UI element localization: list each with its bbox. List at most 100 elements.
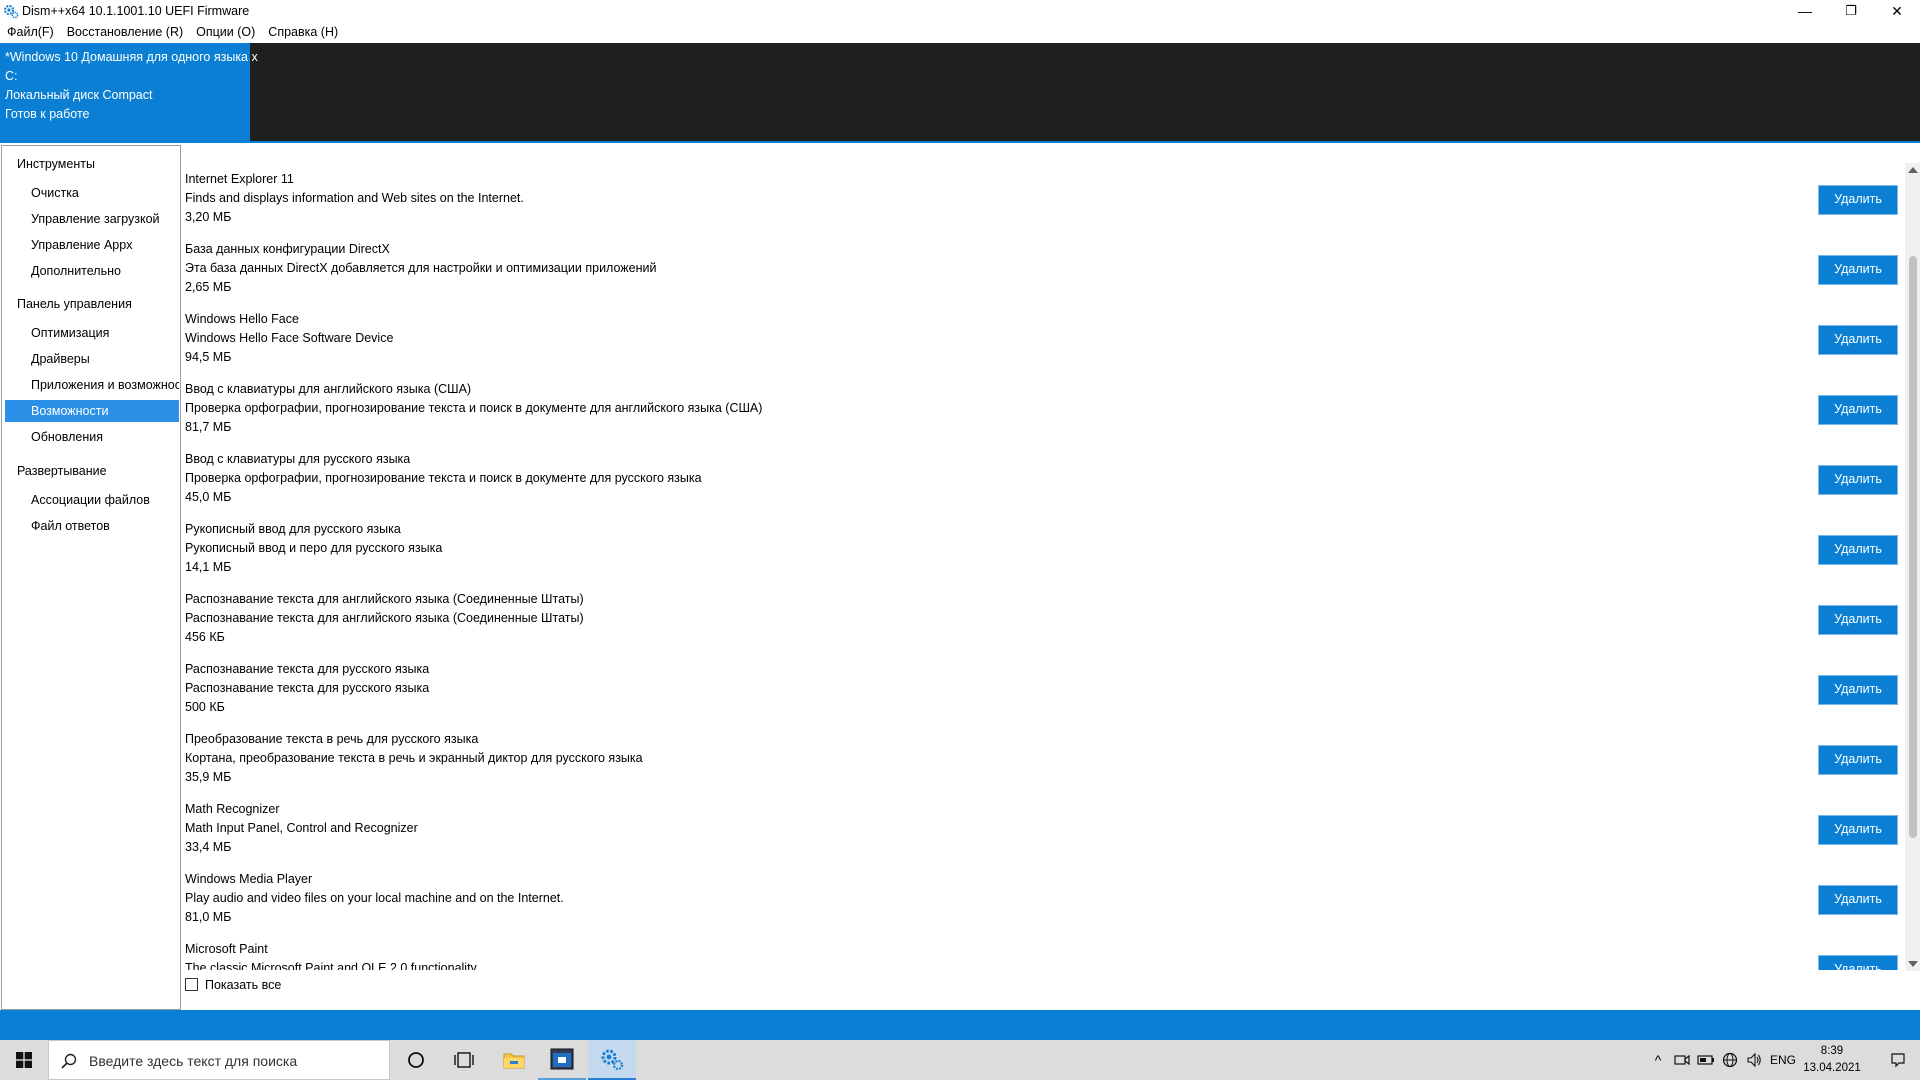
- sidebar-item-appx[interactable]: Управление Appx: [5, 234, 179, 256]
- delete-button[interactable]: Удалить: [1818, 675, 1898, 705]
- cortana-button[interactable]: [392, 1040, 440, 1080]
- menu-options[interactable]: Опции (O): [189, 22, 261, 39]
- search-icon: [61, 1053, 77, 1069]
- maximize-button[interactable]: ❐: [1828, 0, 1874, 22]
- menu-bar: Файл(F) Восстановление (R) Опции (O) Справк…: [0, 22, 1920, 43]
- list-item: Windows Hello Face Windows Hello Face So…: [182, 303, 1902, 373]
- delete-button[interactable]: Удалить: [1818, 185, 1898, 215]
- sidebar-item-updates[interactable]: Обновления: [5, 426, 179, 448]
- sidebar-item-answer-file[interactable]: Файл ответов: [5, 515, 179, 537]
- file-explorer-icon: [503, 1053, 525, 1069]
- gear-icon: [3, 4, 19, 19]
- sidebar-item-advanced[interactable]: Дополнительно: [5, 260, 179, 282]
- header-divider: [0, 141, 1920, 143]
- taskbar-dism-window[interactable]: [538, 1040, 586, 1080]
- session-disk: Локальный диск Compact: [5, 88, 153, 102]
- task-view-icon: [454, 1052, 474, 1068]
- tray-network[interactable]: [1718, 1040, 1742, 1080]
- session-image-name: *Windows 10 Домашняя для одного языка x: [5, 50, 258, 64]
- taskbar-clock[interactable]: 8:39 13.04.2021: [1802, 1043, 1862, 1077]
- delete-button[interactable]: Удалить: [1818, 955, 1898, 970]
- show-all-label: Показать все: [205, 978, 282, 992]
- feature-size: 500 КБ: [185, 700, 225, 714]
- menu-file[interactable]: Файл(F): [0, 22, 60, 39]
- sidebar-item-features[interactable]: Возможности: [5, 400, 179, 422]
- list-item: Распознавание текста для русского языка …: [182, 653, 1902, 723]
- close-button[interactable]: ✕: [1874, 0, 1920, 22]
- feature-size: 33,4 МБ: [185, 840, 232, 854]
- feature-name: Рукописный ввод для русского языка: [185, 522, 401, 536]
- start-button[interactable]: [0, 1040, 48, 1080]
- title-bar: Dism++x64 10.1.1001.10 UEFI Firmware — ❐…: [0, 0, 1920, 22]
- tray-battery[interactable]: [1694, 1040, 1718, 1080]
- task-view-button[interactable]: [440, 1040, 488, 1080]
- tray-notifications[interactable]: [1880, 1040, 1916, 1080]
- show-all-checkbox[interactable]: [185, 978, 198, 991]
- feature-name: Распознавание текста для русского языка: [185, 662, 430, 676]
- sidebar-item-drivers[interactable]: Драйверы: [5, 348, 179, 370]
- taskbar-dism-active[interactable]: [588, 1040, 636, 1080]
- scroll-up-icon[interactable]: [1908, 167, 1918, 173]
- feature-name: Распознавание текста для английского язы…: [185, 592, 584, 606]
- delete-button[interactable]: Удалить: [1818, 325, 1898, 355]
- windows-start-icon: [16, 1052, 32, 1068]
- delete-button[interactable]: Удалить: [1818, 465, 1898, 495]
- sidebar-item-boot-manager[interactable]: Управление загрузкой: [5, 208, 179, 230]
- cortana-icon: [408, 1052, 424, 1068]
- clock-date: 13.04.2021: [1803, 1062, 1861, 1074]
- tray-volume[interactable]: [1742, 1040, 1766, 1080]
- delete-button[interactable]: Удалить: [1818, 395, 1898, 425]
- feature-name: Microsoft Paint: [185, 942, 268, 956]
- sidebar-item-optimization[interactable]: Оптимизация: [5, 322, 179, 344]
- search-placeholder: Введите здесь текст для поиска: [89, 1053, 298, 1069]
- feature-size: 81,7 МБ: [185, 420, 232, 434]
- delete-button[interactable]: Удалить: [1818, 745, 1898, 775]
- delete-button[interactable]: Удалить: [1818, 885, 1898, 915]
- delete-button[interactable]: Удалить: [1818, 605, 1898, 635]
- menu-help[interactable]: Справка (H): [261, 22, 344, 39]
- gear-icon: [601, 1049, 624, 1071]
- delete-button[interactable]: Удалить: [1818, 255, 1898, 285]
- delete-button[interactable]: Удалить: [1818, 535, 1898, 565]
- feature-description: Распознавание текста для русского языка: [185, 681, 430, 695]
- sidebar-item-apps[interactable]: Приложения и возможнос: [5, 374, 179, 396]
- list-item: Internet Explorer 11 Finds and displays …: [182, 163, 1902, 233]
- feature-size: 94,5 МБ: [185, 350, 232, 364]
- tray-chevron[interactable]: ^: [1646, 1040, 1670, 1080]
- session-tile[interactable]: *Windows 10 Домашняя для одного языка x …: [0, 43, 258, 141]
- list-item: Распознавание текста для английского язы…: [182, 583, 1902, 653]
- tray-meet-now[interactable]: [1670, 1040, 1694, 1080]
- feature-size: 456 КБ: [185, 630, 225, 644]
- feature-description: Play audio and video files on your local…: [185, 891, 564, 905]
- meet-now-icon: [1674, 1054, 1690, 1066]
- feature-name: Windows Media Player: [185, 872, 313, 886]
- taskbar-search-input[interactable]: Введите здесь текст для поиска: [48, 1040, 390, 1080]
- session-drive: C:: [5, 69, 18, 83]
- status-bar: [0, 1010, 1920, 1040]
- taskbar-file-explorer[interactable]: [490, 1040, 538, 1080]
- feature-size: 3,20 МБ: [185, 210, 232, 224]
- sidebar-item-cleanup[interactable]: Очистка: [5, 182, 179, 204]
- feature-description: Эта база данных DirectX добавляется для …: [185, 261, 657, 275]
- sidebar-item-file-associations[interactable]: Ассоциации файлов: [5, 489, 179, 511]
- feature-description: Проверка орфографии, прогнозирование тек…: [185, 471, 702, 485]
- list-item: База данных конфигурации DirectX Эта баз…: [182, 233, 1902, 303]
- scroll-down-icon[interactable]: [1908, 961, 1918, 967]
- feature-size: 35,9 МБ: [185, 770, 232, 784]
- feature-description: Windows Hello Face Software Device: [185, 331, 394, 345]
- notification-icon: [1891, 1053, 1905, 1068]
- tray-chevron-icon: ^: [1654, 1052, 1662, 1068]
- clock-time: 8:39: [1820, 1045, 1844, 1057]
- sidebar-group-control-panel: Панель управления: [17, 297, 132, 311]
- list-item: Преобразование текста в речь для русског…: [182, 723, 1902, 793]
- tray-language[interactable]: ENG: [1766, 1040, 1800, 1080]
- scrollbar-thumb[interactable]: [1909, 256, 1917, 838]
- delete-button[interactable]: Удалить: [1818, 815, 1898, 845]
- session-status: Готов к работе: [5, 107, 90, 121]
- minimize-button[interactable]: —: [1782, 0, 1828, 22]
- features-scrollbar[interactable]: [1905, 163, 1920, 971]
- menu-recovery[interactable]: Восстановление (R): [60, 22, 189, 39]
- feature-name: Windows Hello Face: [185, 312, 299, 326]
- feature-name: Преобразование текста в речь для русског…: [185, 732, 479, 746]
- feature-name: Math Recognizer: [185, 802, 280, 816]
